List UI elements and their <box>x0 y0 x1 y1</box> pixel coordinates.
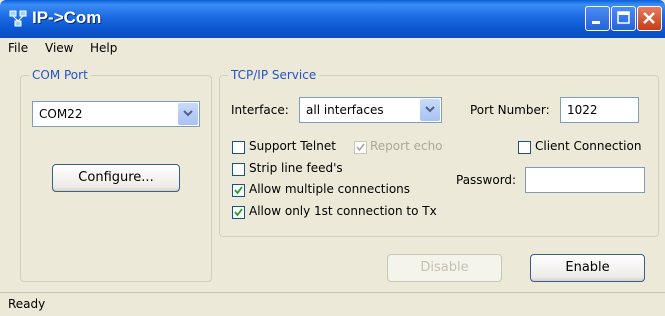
strip-line-feeds-checkbox[interactable] <box>232 163 245 176</box>
menu-help[interactable]: Help <box>90 41 117 55</box>
allow-multiple-connections-label: Allow multiple connections <box>249 182 411 196</box>
password-input[interactable] <box>525 167 645 193</box>
status-bar: Ready <box>0 292 665 316</box>
menu-file[interactable]: File <box>8 41 28 55</box>
interface-label: Interface: <box>231 103 289 117</box>
ip-com-window: IP->Com File View Help COM Port COM22 Co… <box>0 0 665 316</box>
support-telnet-checkbox[interactable] <box>232 141 245 154</box>
status-text: Ready <box>8 297 46 311</box>
client-connection-label: Client Connection <box>535 139 642 153</box>
interface-select[interactable]: all interfaces <box>299 97 442 123</box>
checkmark-icon <box>234 186 243 195</box>
disable-button[interactable]: Disable <box>387 254 502 282</box>
support-telnet-label: Support Telnet <box>249 139 336 153</box>
allow-multiple-connections-checkbox[interactable] <box>232 184 245 197</box>
password-label: Password: <box>456 173 517 187</box>
interface-value: all interfaces <box>306 103 384 117</box>
title-bar[interactable]: IP->Com <box>0 0 665 38</box>
minimize-icon <box>592 21 600 24</box>
port-number-label: Port Number: <box>470 103 550 117</box>
strip-line-feeds-label: Strip line feed's <box>249 161 343 175</box>
close-button[interactable] <box>637 6 662 31</box>
close-icon <box>643 12 655 24</box>
menu-view[interactable]: View <box>45 41 73 55</box>
maximize-icon <box>617 11 630 24</box>
port-number-value: 1022 <box>567 103 598 117</box>
report-echo-label: Report echo <box>370 139 443 153</box>
chevron-down-icon[interactable] <box>178 103 198 125</box>
allow-first-connection-tx-label: Allow only 1st connection to Tx <box>249 204 437 218</box>
checkmark-icon <box>234 208 243 217</box>
minimize-button[interactable] <box>585 6 610 31</box>
tcpip-service-group-label: TCP/IP Service <box>228 68 320 82</box>
checkmark-icon <box>356 143 365 152</box>
enable-button[interactable]: Enable <box>530 254 645 282</box>
com-port-group-label: COM Port <box>29 68 91 82</box>
report-echo-checkbox[interactable] <box>354 141 367 154</box>
maximize-button[interactable] <box>611 6 636 31</box>
client-connection-checkbox[interactable] <box>518 141 531 154</box>
com-port-value: COM22 <box>39 107 83 121</box>
configure-button[interactable]: Configure... <box>52 164 180 192</box>
allow-first-connection-tx-checkbox[interactable] <box>232 206 245 219</box>
window-title: IP->Com <box>32 8 102 27</box>
menu-bar: File View Help <box>0 38 665 60</box>
port-number-input[interactable]: 1022 <box>560 97 639 123</box>
chevron-down-icon[interactable] <box>420 99 440 121</box>
network-icon <box>9 10 27 28</box>
com-port-select[interactable]: COM22 <box>32 101 200 127</box>
